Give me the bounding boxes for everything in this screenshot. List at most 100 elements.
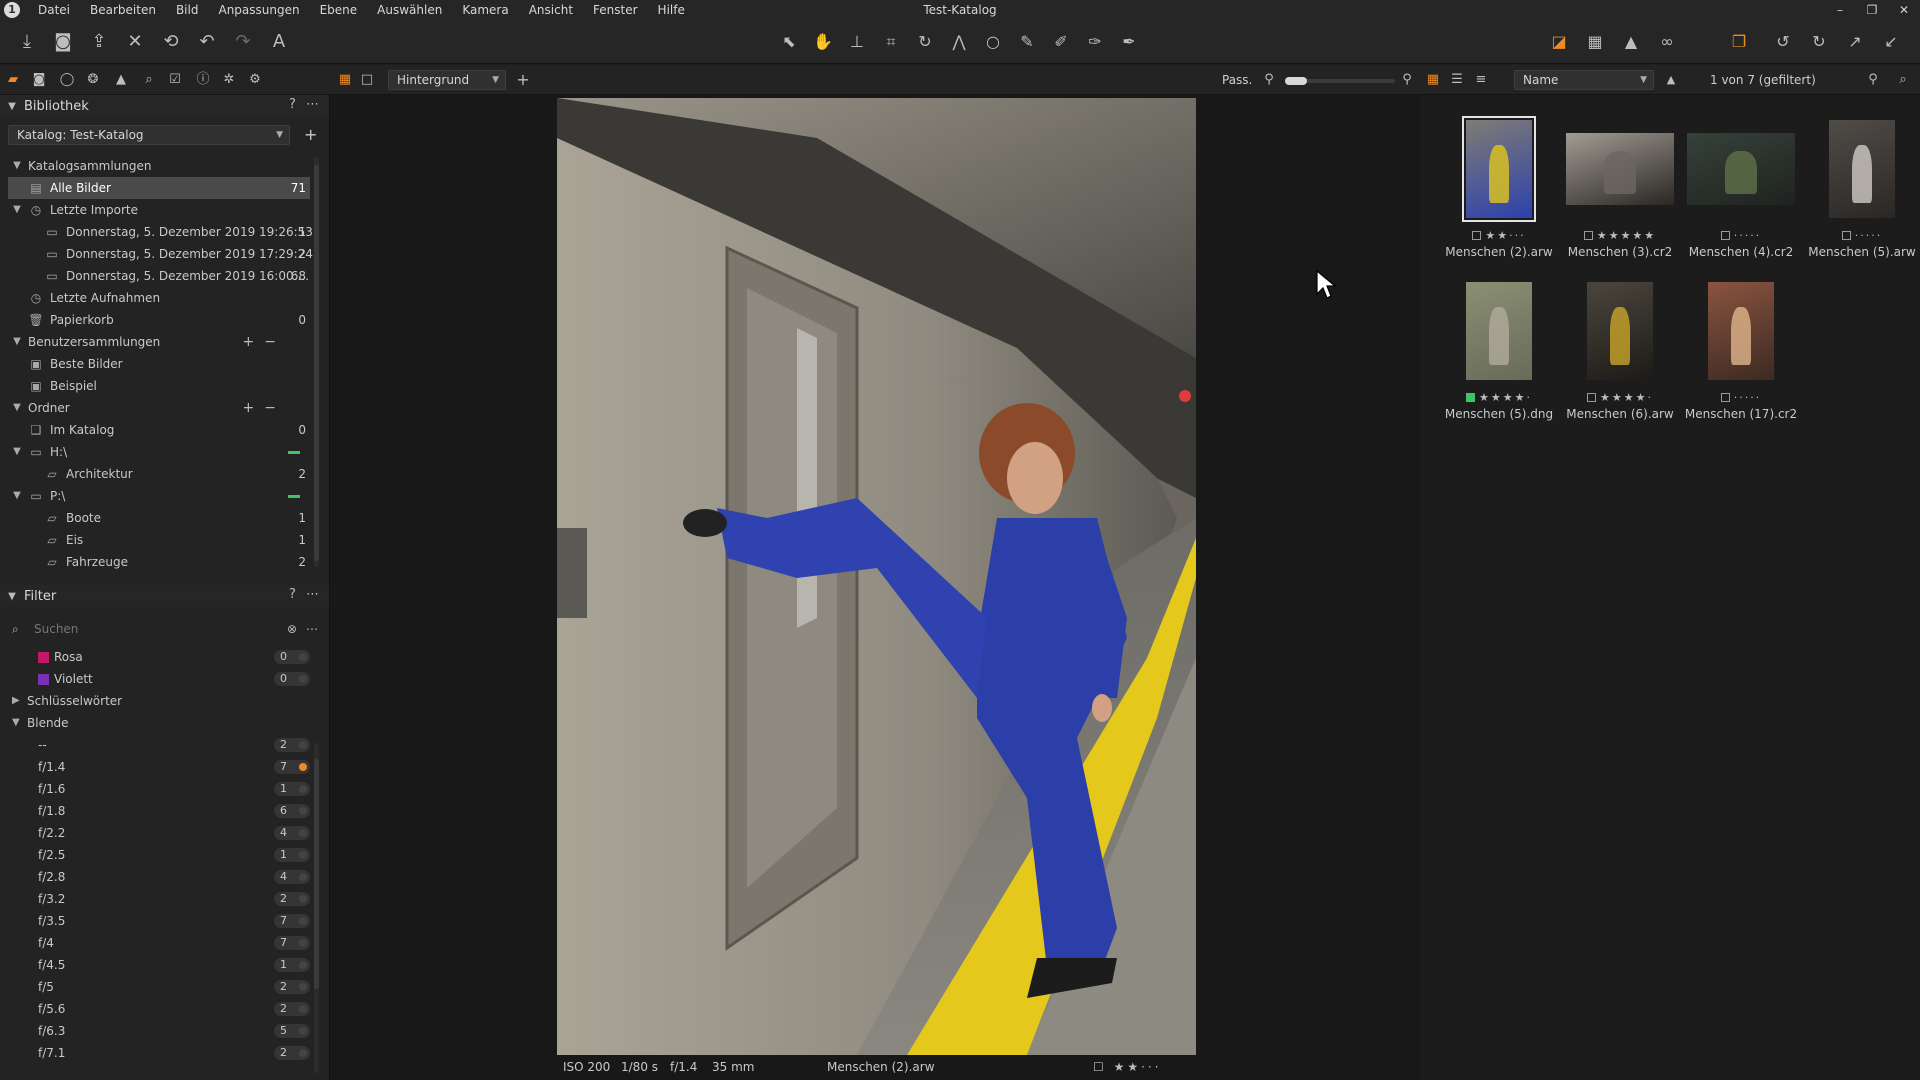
reset-icon[interactable]: ⟲ <box>158 30 184 54</box>
filter-header[interactable]: ▼ Filter ? ⋯ <box>0 585 329 607</box>
trash-item[interactable]: 🗑 Papierkorb 0 <box>0 309 310 331</box>
fit-label[interactable]: Pass. <box>1222 73 1252 87</box>
sort-select[interactable]: Name ▼ <box>1514 70 1654 90</box>
single-view-icon[interactable]: □ <box>358 71 376 89</box>
color-tag-box[interactable] <box>1583 231 1593 240</box>
thumbnail-rating[interactable]: ····· <box>1682 229 1800 243</box>
menu-kamera[interactable]: Kamera <box>452 0 518 20</box>
thumbnail-rating[interactable]: ····· <box>1682 391 1800 405</box>
metadata-tab-icon[interactable]: ⓘ <box>194 71 212 89</box>
recent-captures-item[interactable]: ◷ Letzte Aufnahmen <box>0 287 310 309</box>
thumbnail-frame[interactable] <box>1440 113 1558 225</box>
capture-icon[interactable]: ◙ <box>50 30 76 54</box>
filter-toggle-dot[interactable] <box>299 675 307 683</box>
import-icon[interactable]: ⤓ <box>14 30 40 54</box>
menu-bild[interactable]: Bild <box>166 0 209 20</box>
aperture-filter-row[interactable]: f/4.5 1 <box>0 954 310 976</box>
redo-icon[interactable]: ↷ <box>230 30 256 54</box>
filter-search-field[interactable]: ⌕ ⊗ ⋯ <box>8 618 320 640</box>
import-item[interactable]: ▭ Donnerstag, 5. Dezember 2019 16:00:...… <box>0 265 310 287</box>
thumbnail-rating[interactable]: ★★★★· <box>1440 391 1558 405</box>
chevron-down-icon[interactable]: ▼ <box>0 101 24 112</box>
menu-ebene[interactable]: Ebene <box>310 0 368 20</box>
thumbnail-frame[interactable] <box>1561 275 1679 387</box>
thumbnail-frame[interactable] <box>1682 275 1800 387</box>
color-tab-icon[interactable]: ❂ <box>84 71 102 89</box>
thumbnail-image[interactable] <box>1687 133 1795 205</box>
menu-fenster[interactable]: Fenster <box>583 0 648 20</box>
aperture-filter-row[interactable]: -- 2 <box>0 734 310 756</box>
user-collections-group[interactable]: ▼ Benutzersammlungen +− <box>0 331 310 353</box>
grid-overlay-icon[interactable]: ▦ <box>1582 30 1608 54</box>
filter-toggle-dot[interactable] <box>299 763 307 771</box>
chevron-down-icon[interactable]: ▼ <box>10 441 24 463</box>
thumbnail-cell[interactable]: ★★··· Menschen (2).arw <box>1440 113 1558 263</box>
layer-select[interactable]: Hintergrund ▼ <box>388 70 506 90</box>
count-pill[interactable]: 2 <box>274 738 310 752</box>
count-pill[interactable]: 7 <box>274 914 310 928</box>
count-pill[interactable]: 4 <box>274 870 310 884</box>
thumbnail-frame[interactable] <box>1682 113 1800 225</box>
thumbnail-rating[interactable]: ★★★★★ <box>1561 229 1679 243</box>
undo-icon[interactable]: ↶ <box>194 30 220 54</box>
multi-view-icon[interactable]: ▦ <box>336 71 354 89</box>
filter-header-actions[interactable]: ? ⋯ <box>289 587 322 602</box>
gradient-tool-icon[interactable]: ✒ <box>1116 30 1142 54</box>
filter-toggle-dot[interactable] <box>299 1027 307 1035</box>
grid-view-icon[interactable]: ▦ <box>1424 71 1442 89</box>
select-tool-icon[interactable]: ⬉ <box>776 30 802 54</box>
aperture-filter-row[interactable]: f/7.1 2 <box>0 1042 310 1064</box>
stamp-tool-icon[interactable]: ⊥ <box>844 30 870 54</box>
add-layer-icon[interactable]: + <box>514 71 532 89</box>
count-pill[interactable]: 1 <box>274 848 310 862</box>
count-pill[interactable]: 2 <box>274 980 310 994</box>
color-filter-row[interactable]: Violett 0 <box>0 668 310 690</box>
in-catalog-item[interactable]: ❑ Im Katalog 0 <box>0 419 310 441</box>
picker-tool-icon[interactable]: ✎ <box>1014 30 1040 54</box>
viewer-rating[interactable]: ☐ ★★··· <box>1093 1057 1162 1077</box>
catalog-collections-group[interactable]: ▼ Katalogsammlungen <box>0 155 310 177</box>
folder-item[interactable]: ▱ Boote 1 <box>0 507 310 529</box>
filter-toggle-dot[interactable] <box>299 851 307 859</box>
aperture-filter-row[interactable]: f/1.6 1 <box>0 778 310 800</box>
zoom-slider[interactable] <box>1285 77 1395 85</box>
aperture-filter-row[interactable]: f/3.2 2 <box>0 888 310 910</box>
import-item[interactable]: ▭ Donnerstag, 5. Dezember 2019 19:26:53 … <box>0 221 313 243</box>
thumbnail-frame[interactable] <box>1561 113 1679 225</box>
filter-toggle-dot[interactable] <box>299 873 307 881</box>
count-pill[interactable]: 6 <box>274 804 310 818</box>
user-collection-item[interactable]: ▣ Beste Bilder <box>0 353 310 375</box>
warning-icon[interactable]: ▲ <box>1618 30 1644 54</box>
search-options-icon[interactable]: ⋯ <box>306 618 318 640</box>
menu-ansicht[interactable]: Ansicht <box>519 0 583 20</box>
aperture-filter-row[interactable]: f/3.5 7 <box>0 910 310 932</box>
minimize-button[interactable]: – <box>1824 0 1856 20</box>
thumbnail-frame[interactable] <box>1440 275 1558 387</box>
filter-toggle-dot[interactable] <box>299 961 307 969</box>
count-pill[interactable]: 4 <box>274 826 310 840</box>
count-pill[interactable]: 1 <box>274 782 310 796</box>
count-pill[interactable]: 2 <box>274 1046 310 1060</box>
chevron-down-icon[interactable]: ▼ <box>10 485 24 507</box>
user-collection-item[interactable]: ▣ Beispiel <box>0 375 310 397</box>
thumbnail-rating[interactable]: ★★··· <box>1440 229 1558 243</box>
thumbnail-rating[interactable]: ····· <box>1803 229 1920 243</box>
library-tab-icon[interactable]: ▰ <box>4 71 22 89</box>
count-pill[interactable]: 5 <box>274 1024 310 1038</box>
thumbnail-cell[interactable]: ····· Menschen (5).arw <box>1803 113 1920 263</box>
filter-toggle-dot[interactable] <box>299 939 307 947</box>
count-pill[interactable]: 2 <box>274 892 310 906</box>
add-remove-folder-icons[interactable]: +− <box>243 397 286 419</box>
export-icon[interactable]: ⇪ <box>86 30 112 54</box>
brush-tool-icon[interactable]: ✐ <box>1048 30 1074 54</box>
thumbnail-cell[interactable]: ★★★★★ Menschen (3).cr2 <box>1561 113 1679 263</box>
delete-icon[interactable]: ✕ <box>122 30 148 54</box>
clear-search-icon[interactable]: ⊗ <box>287 618 297 640</box>
close-button[interactable]: ✕ <box>1888 0 1920 20</box>
chevron-down-icon[interactable]: ▼ <box>10 331 24 353</box>
rotate-left-icon[interactable]: ↺ <box>1770 30 1796 54</box>
aperture-filter-row[interactable]: f/2.8 4 <box>0 866 310 888</box>
filter-toggle-dot[interactable] <box>299 785 307 793</box>
proof-glasses-icon[interactable]: ∞ <box>1654 30 1680 54</box>
hand-tool-icon[interactable]: ✋ <box>810 30 836 54</box>
